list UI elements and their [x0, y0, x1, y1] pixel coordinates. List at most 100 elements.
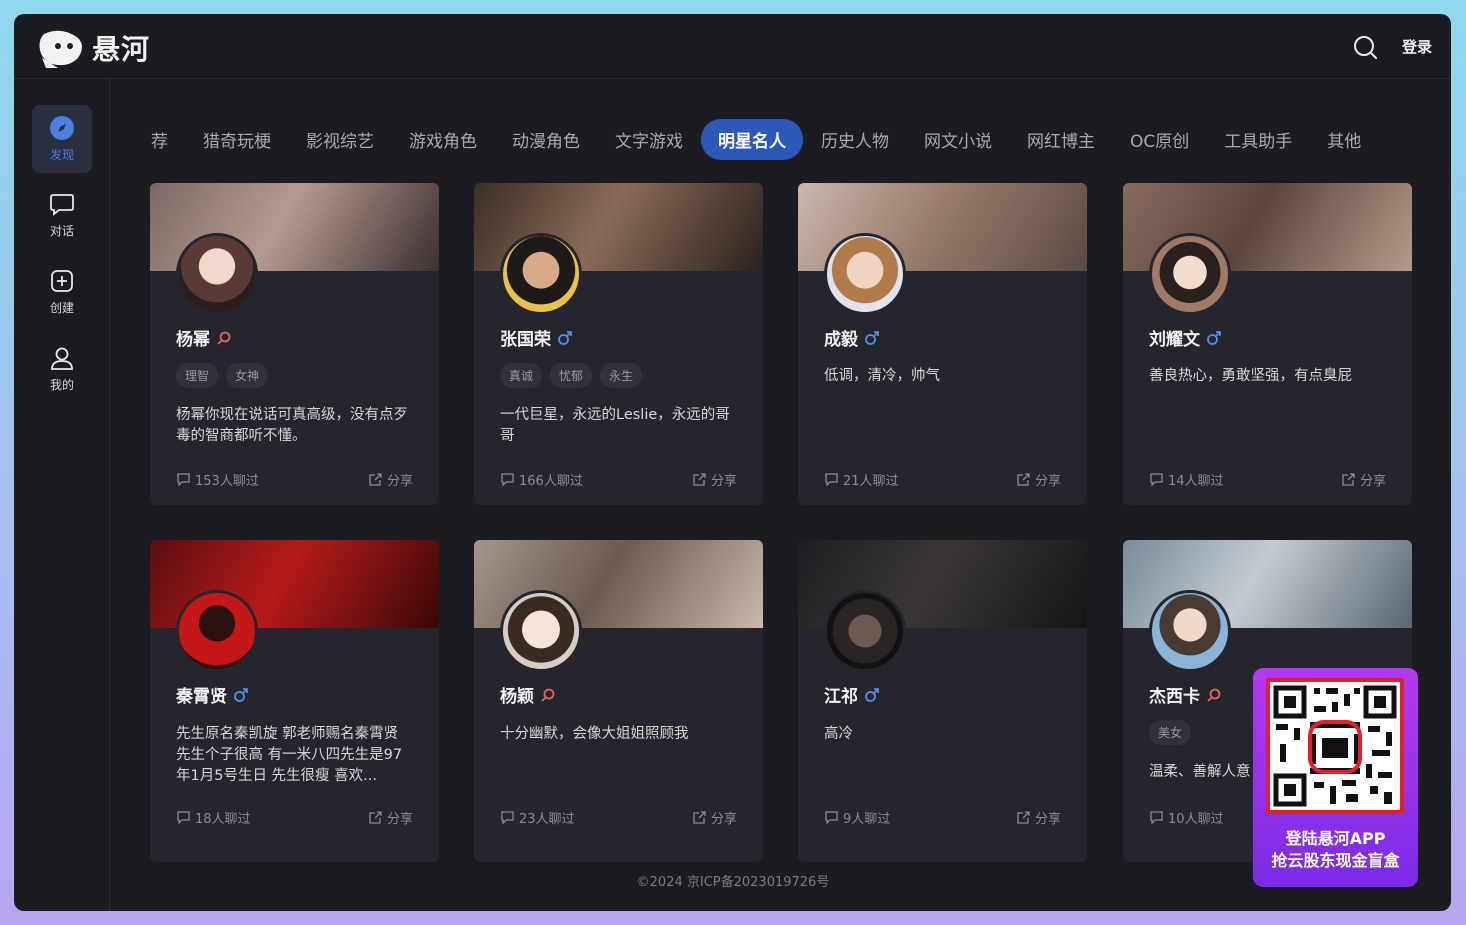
- avatar: [176, 233, 258, 315]
- chat-count-text: 166人聊过: [519, 474, 583, 489]
- share-icon: [1017, 473, 1030, 486]
- tab-celebrities[interactable]: 明星名人: [701, 118, 803, 160]
- character-description: 高冷: [824, 726, 853, 742]
- chat-count-text: 23人聊过: [519, 812, 575, 827]
- chat-count: 14人聊过: [1149, 470, 1224, 489]
- character-name: 成毅: [824, 330, 858, 350]
- tab-weird-memes[interactable]: 猎奇玩梗: [186, 119, 288, 160]
- logo[interactable]: 悬河: [38, 28, 150, 68]
- share-button[interactable]: 分享: [1016, 808, 1061, 827]
- tab-historical[interactable]: 历史人物: [804, 119, 906, 160]
- qr-promo-popup[interactable]: 登陆悬河APP 抢云股东现金盲盒: [1253, 668, 1418, 887]
- share-icon: [693, 811, 706, 824]
- share-button[interactable]: 分享: [368, 470, 413, 489]
- logo-icon: [39, 30, 82, 68]
- top-bar: 悬河 登录: [14, 14, 1451, 79]
- share-button[interactable]: 分享: [1016, 470, 1061, 489]
- chat-bubble-icon: [177, 473, 190, 487]
- sidebar-item-label: 我的: [49, 378, 74, 392]
- tag: 永生: [600, 363, 643, 388]
- avatar: [176, 590, 258, 672]
- share-label: 分享: [710, 474, 737, 489]
- character-description: 低调，清冷，帅气: [824, 368, 940, 384]
- share-label: 分享: [1034, 812, 1061, 827]
- character-name: 江祁: [824, 687, 858, 707]
- chat-icon: [50, 194, 74, 216]
- tag: 美女: [1149, 720, 1192, 745]
- share-button[interactable]: 分享: [692, 470, 737, 489]
- character-description: 杨幂你现在说话可真高级，没有点歹毒的智商都听不懂。: [176, 407, 408, 444]
- share-label: 分享: [386, 812, 413, 827]
- character-card[interactable]: 成毅 低调，清冷，帅气 21人聊过 分享: [798, 183, 1087, 505]
- chat-count-text: 21人聊过: [843, 474, 899, 489]
- qr-code-icon: [1273, 685, 1397, 807]
- share-button[interactable]: 分享: [692, 808, 737, 827]
- share-icon: [369, 811, 382, 824]
- character-card[interactable]: 刘耀文 善良热心，勇敢坚强，有点臭屁 14人聊过 分享: [1123, 183, 1412, 505]
- qr-code: [1266, 678, 1404, 814]
- male-icon: [1207, 330, 1221, 345]
- tab-web-novels[interactable]: 网文小说: [907, 119, 1009, 160]
- chat-bubble-icon: [825, 473, 838, 487]
- male-icon: [865, 330, 879, 345]
- character-card[interactable]: 江祁 高冷 9人聊过 分享: [798, 540, 1087, 862]
- character-name: 杰西卡: [1149, 687, 1200, 707]
- character-card[interactable]: 秦霄贤 先生原名秦凯旋 郭老师赐名秦霄贤 先生个子很高 有一米八四先生是97年1…: [150, 540, 439, 862]
- tab-oc-original[interactable]: OC原创: [1113, 119, 1206, 160]
- tag: 忧郁: [550, 363, 593, 388]
- avatar: [500, 233, 582, 315]
- chat-count: 18人聊过: [176, 808, 251, 827]
- tab-influencers[interactable]: 网红博主: [1010, 119, 1112, 160]
- search-icon[interactable]: [1352, 34, 1378, 60]
- tab-game-roles[interactable]: 游戏角色: [392, 119, 494, 160]
- chat-bubble-icon: [177, 811, 190, 825]
- tab-anime-roles[interactable]: 动漫角色: [495, 119, 597, 160]
- character-card[interactable]: 杨幂 理智 女神 杨幂你现在说话可真高级，没有点歹毒的智商都听不懂。 153人聊…: [150, 183, 439, 505]
- character-name: 张国荣: [500, 330, 551, 350]
- chat-count-text: 153人聊过: [195, 474, 259, 489]
- tab-film-tv[interactable]: 影视综艺: [289, 119, 391, 160]
- character-description: 先生原名秦凯旋 郭老师赐名秦霄贤 先生个子很高 有一米八四先生是97年1月5号生…: [176, 726, 403, 784]
- share-icon: [693, 473, 706, 486]
- chat-count: 10人聊过: [1149, 808, 1224, 827]
- promo-line-1: 登陆悬河APP: [1285, 829, 1386, 848]
- chat-count-text: 18人聊过: [195, 812, 251, 827]
- plus-square-icon: [51, 270, 73, 292]
- avatar: [824, 233, 906, 315]
- sidebar-item-create[interactable]: 创建: [32, 258, 92, 326]
- share-button[interactable]: 分享: [1341, 470, 1386, 489]
- tab-text-games[interactable]: 文字游戏: [598, 119, 700, 160]
- male-icon: [234, 687, 248, 702]
- tab-tools[interactable]: 工具助手: [1207, 119, 1309, 160]
- tag: 理智: [176, 363, 219, 388]
- chat-count: 153人聊过: [176, 470, 259, 489]
- share-icon: [1017, 811, 1030, 824]
- chat-bubble-icon: [825, 811, 838, 825]
- chat-count: 21人聊过: [824, 470, 899, 489]
- logo-text: 悬河: [92, 33, 151, 66]
- character-name: 杨幂: [176, 330, 210, 350]
- tab-recommend[interactable]: 荐: [134, 119, 185, 160]
- chat-bubble-icon: [1150, 473, 1163, 487]
- sidebar-item-label: 对话: [49, 224, 74, 238]
- chat-bubble-icon: [501, 473, 514, 487]
- chat-count-text: 10人聊过: [1168, 812, 1224, 827]
- sidebar-item-label: 发现: [49, 148, 74, 162]
- chat-count: 23人聊过: [500, 808, 575, 827]
- chat-count: 9人聊过: [824, 808, 890, 827]
- tab-other[interactable]: 其他: [1310, 119, 1378, 160]
- character-name: 杨颖: [500, 687, 534, 707]
- chat-count-text: 14人聊过: [1168, 474, 1224, 489]
- promo-text: 登陆悬河APP 抢云股东现金盲盒: [1253, 828, 1418, 872]
- character-card[interactable]: 张国荣 真诚 忧郁 永生 一代巨星，永远的Leslie，永远的哥哥 166人聊过…: [474, 183, 763, 505]
- character-name: 秦霄贤: [176, 687, 227, 707]
- sidebar-item-me[interactable]: 我的: [32, 335, 92, 403]
- character-description: 温柔、善解人意: [1149, 764, 1251, 780]
- category-tabs: 荐 猎奇玩梗 影视综艺 游戏角色 动漫角色 文字游戏 明星名人 历史人物 网文小…: [134, 117, 1424, 161]
- login-button[interactable]: 登录: [1402, 36, 1432, 57]
- sidebar-item-chat[interactable]: 对话: [32, 181, 92, 249]
- share-button[interactable]: 分享: [368, 808, 413, 827]
- sidebar-item-discover[interactable]: 发现: [32, 105, 92, 173]
- character-card[interactable]: 杨颖 十分幽默，会像大姐姐照顾我 23人聊过 分享: [474, 540, 763, 862]
- share-label: 分享: [386, 474, 413, 489]
